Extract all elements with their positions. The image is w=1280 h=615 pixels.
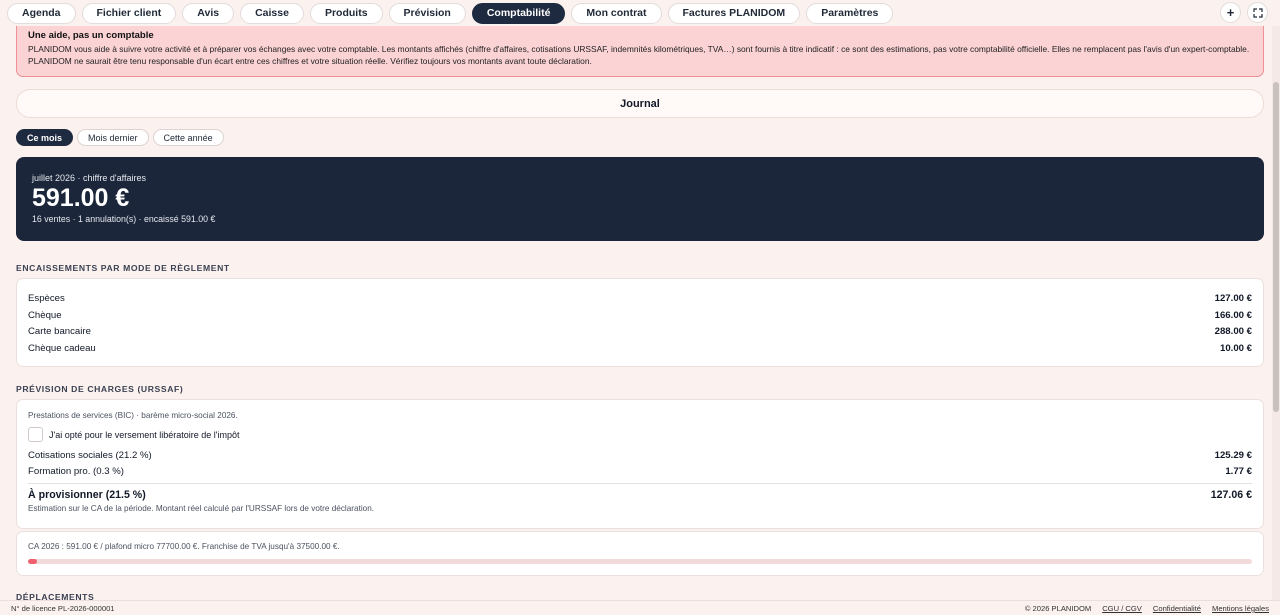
payment-row: Chèque cadeau 10.00 € [28, 343, 1252, 354]
plafond-card: CA 2026 : 591.00 € / plafond micro 77700… [16, 531, 1264, 576]
tab-factures-planidom[interactable]: Factures PLANIDOM [667, 2, 801, 24]
revenue-amount: 591.00 € [32, 184, 130, 212]
payments-section-title: ENCAISSEMENTS PAR MODE DE RÈGLEMENT [16, 263, 230, 273]
page-scrollbar[interactable] [1272, 26, 1280, 600]
plafond-text: CA 2026 : 591.00 € / plafond micro 77700… [28, 542, 340, 551]
top-nav: Agenda Fichier client Avis Caisse Produi… [0, 0, 1280, 26]
disclaimer-banner: Une aide, pas un comptable PLANIDOM vous… [16, 26, 1264, 77]
payment-amount: 10.00 € [1219, 343, 1252, 354]
payment-method-label: Carte bancaire [28, 326, 91, 337]
topbar-actions: + [1220, 2, 1268, 23]
charge-row: Cotisations sociales (21.2 %) 125.29 € [28, 450, 1252, 461]
plafond-progress-bar [28, 559, 1252, 564]
payment-amount: 166.00 € [1214, 310, 1252, 321]
footer-links: © 2026 PLANIDOM CGU / CGV Confidentialit… [1025, 604, 1269, 613]
disclaimer-text: PLANIDOM vous aide à suivre votre activi… [28, 44, 1250, 66]
provision-label: À provisionner (21.5 %) [28, 489, 146, 501]
payment-method-label: Espèces [28, 293, 65, 304]
journal-label: Journal [620, 97, 660, 110]
urssaf-card: Prestations de services (BIC) · barème m… [16, 399, 1264, 529]
cgu-link[interactable]: CGU / CGV [1102, 604, 1142, 613]
period-this-year[interactable]: Cette année [152, 129, 224, 146]
license-number: N° de licence PL-2026-000001 [11, 604, 115, 613]
urssaf-scheme: Prestations de services (BIC) · barème m… [28, 411, 238, 420]
tab-parametres[interactable]: Paramètres [806, 2, 894, 24]
charge-label: Cotisations sociales (21.2 %) [28, 450, 152, 461]
provision-note: Estimation sur le CA de la période. Mont… [28, 504, 375, 513]
fullscreen-button[interactable] [1247, 2, 1268, 23]
journal-toggle[interactable]: Journal [16, 89, 1264, 118]
payment-amount: 127.00 € [1214, 293, 1252, 304]
tab-mon-contrat[interactable]: Mon contrat [571, 2, 662, 24]
period-filter: Ce mois Mois dernier Cette année [16, 129, 224, 146]
privacy-link[interactable]: Confidentialité [1153, 604, 1201, 613]
payments-card: Espèces 127.00 € Chèque 166.00 € Carte b… [16, 278, 1264, 367]
period-last-month[interactable]: Mois dernier [77, 129, 149, 146]
charge-row: Formation pro. (0.3 %) 1.77 € [28, 466, 1252, 477]
divider [28, 483, 1252, 484]
liberatoire-option[interactable]: J'ai opté pour le versement libératoire … [28, 427, 240, 442]
tab-fichier-client[interactable]: Fichier client [81, 2, 177, 24]
summary-details: 16 ventes · 1 annulation(s) · encaissé 5… [32, 214, 216, 224]
provision-amount: 127.06 € [1210, 489, 1252, 501]
tab-avis[interactable]: Avis [182, 2, 235, 24]
charge-amount: 125.29 € [1214, 450, 1252, 461]
provision-total-row: À provisionner (21.5 %) 127.06 € [28, 489, 1252, 501]
payment-row: Espèces 127.00 € [28, 293, 1252, 304]
scrollbar-thumb[interactable] [1273, 82, 1279, 412]
summary-label: juillet 2026 · chiffre d'affaires [32, 173, 146, 183]
plus-icon: + [1226, 5, 1235, 20]
add-button[interactable]: + [1220, 2, 1241, 23]
copyright: © 2026 PLANIDOM [1024, 604, 1092, 613]
expand-icon [1252, 7, 1263, 18]
tab-comptabilite[interactable]: Comptabilité [471, 2, 566, 24]
period-this-month[interactable]: Ce mois [16, 129, 74, 146]
tab-caisse[interactable]: Caisse [240, 2, 304, 24]
revenue-summary-card: juillet 2026 · chiffre d'affaires 591.00… [16, 157, 1264, 241]
legal-notice-link[interactable]: Mentions légales [1212, 604, 1269, 613]
payment-amount: 288.00 € [1214, 326, 1252, 337]
charge-amount: 1.77 € [1225, 466, 1252, 477]
payment-row: Carte bancaire 288.00 € [28, 326, 1252, 337]
footer: N° de licence PL-2026-000001 © 2026 PLAN… [0, 600, 1280, 615]
urssaf-section-title: PRÉVISION DE CHARGES (URSSAF) [16, 384, 184, 394]
charge-label: Formation pro. (0.3 %) [28, 466, 124, 477]
payment-method-label: Chèque [28, 310, 62, 321]
payment-method-label: Chèque cadeau [28, 343, 96, 354]
tab-agenda[interactable]: Agenda [7, 2, 76, 24]
plafond-progress-fill [28, 559, 38, 564]
disclaimer-title: Une aide, pas un comptable [28, 30, 154, 41]
liberatoire-checkbox[interactable] [28, 427, 43, 442]
tab-prevision[interactable]: Prévision [388, 2, 466, 24]
payment-row: Chèque 166.00 € [28, 310, 1252, 321]
tab-produits[interactable]: Produits [309, 2, 383, 24]
liberatoire-label: J'ai opté pour le versement libératoire … [49, 429, 240, 440]
